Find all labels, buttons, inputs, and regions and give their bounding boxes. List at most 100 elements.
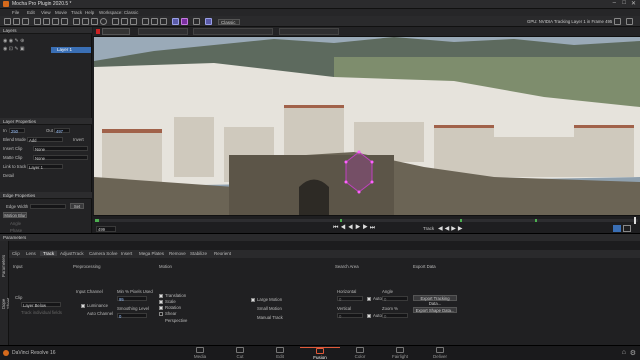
scale-checkbox[interactable] [159,300,163,304]
matte-clip-select[interactable]: None [33,155,88,161]
page-deliver[interactable]: Deliver [420,347,460,359]
surface-icon[interactable] [172,18,179,25]
tab-stabilize[interactable]: Stabilize [190,251,207,256]
rect-tool-icon[interactable] [91,18,98,25]
tab-clip[interactable]: Clip [12,251,20,256]
input-clip-select[interactable] [102,28,130,35]
page-fairlight[interactable]: Fairlight [380,347,420,359]
layer-visibility-icons[interactable]: ◉ ◉ ✎ ⊕ [3,38,24,44]
edge-width-field[interactable] [30,204,66,209]
workspace-dropdown[interactable]: Classic [218,19,240,25]
out-field[interactable]: 497 [54,128,70,134]
brush-icon[interactable] [121,18,128,25]
minimize-icon[interactable]: – [613,0,616,6]
tab-adjusttrack[interactable]: AdjustTrack [60,251,84,256]
close-icon[interactable]: ✕ [631,0,636,7]
set-button[interactable]: Set [70,203,84,209]
track-controls[interactable]: ◀◀▶▶ [438,225,464,232]
tab-insert[interactable]: Insert [121,251,132,256]
tab-remove[interactable]: Remove [169,251,186,256]
gpu-icon[interactable] [614,18,621,25]
left-panel: Layers ◉ ◉ ✎ ⊕ ◉ ⊡ ✎ ▣ Layer Properties … [0,27,92,240]
side-tab-parameters[interactable]: Parameters [1,255,6,277]
translation-checkbox[interactable] [159,294,163,298]
menu-view[interactable]: View [41,10,51,15]
select-tool-icon[interactable] [34,18,41,25]
shear-checkbox[interactable] [159,312,163,316]
layer-row-icons[interactable]: ◉ ⊡ ✎ ▣ [3,46,25,52]
luminance-radio[interactable] [81,304,85,308]
smoothing-field[interactable]: 0 [117,313,147,319]
ellipse-tool-icon[interactable] [100,18,107,25]
tab-mega-plates[interactable]: Mega Plates [139,251,164,256]
frame-field[interactable]: 499 [96,226,116,232]
export-tracking-data-button[interactable]: Export Tracking Data... [413,295,457,306]
link-icon[interactable] [112,18,119,25]
menu-workspace[interactable]: Workspace: Classic [99,10,138,15]
menu-help[interactable]: Help [85,10,94,15]
key-mode-icon[interactable] [613,225,621,232]
record-icon[interactable] [96,29,100,34]
menu-track[interactable]: Track [71,10,82,15]
track-individual-fields[interactable]: Track individual fields [21,310,62,315]
in-point-marker[interactable] [95,219,99,222]
horizontal-auto-checkbox[interactable] [367,297,371,301]
menu-edit[interactable]: Edit [27,10,35,15]
vertical-field[interactable]: 0 [337,313,363,319]
view-options[interactable] [193,28,273,35]
cross-icon[interactable] [193,18,200,25]
help-icon[interactable] [626,18,633,25]
home-icon[interactable]: ⌂ [622,349,626,356]
min-pixels-field[interactable]: 95 [117,296,147,302]
timeline-ruler[interactable] [95,217,638,224]
page-media[interactable]: Media [180,347,220,359]
auto-key-icon[interactable] [623,225,631,232]
settings-gear-icon[interactable]: ⚙ [630,349,636,357]
zoom-field[interactable]: 0 [382,313,408,319]
transform-icon[interactable] [142,18,149,25]
zoom-tool-icon[interactable] [52,18,59,25]
maximize-icon[interactable]: □ [622,0,626,6]
grid-icon[interactable] [151,18,158,25]
open-icon[interactable] [13,18,20,25]
bezier-tool-icon[interactable] [82,18,89,25]
insert-clip-select[interactable]: None [33,146,88,152]
align-icon[interactable] [205,18,212,25]
link-to-track-select[interactable]: Layer 1 [27,164,63,170]
layer-icon[interactable] [160,18,167,25]
page-cut[interactable]: Cut [220,347,260,359]
page-color[interactable]: Color [340,347,380,359]
motion-blur-button[interactable]: Motion Blur [3,212,27,218]
page-fusion[interactable]: Fusion [300,347,340,360]
zoom-controls[interactable] [279,28,339,35]
tab-lens[interactable]: Lens [26,251,36,256]
angle-field[interactable]: 0 [382,296,408,302]
page-edit[interactable]: Edit [260,347,300,359]
menu-file[interactable]: File [12,10,19,15]
in-field[interactable]: 250 [9,128,25,134]
vertical-auto-checkbox[interactable] [367,314,371,318]
save-icon[interactable] [22,18,29,25]
menu-movie[interactable]: Movie [55,10,67,15]
tab-track[interactable]: Track [40,251,58,256]
eraser-icon[interactable] [130,18,137,25]
tab-camera-solve[interactable]: Camera Solve [89,251,118,256]
export-shape-data-button[interactable]: Export Shape Data... [413,307,457,313]
playhead[interactable] [634,217,636,224]
track-icon[interactable] [181,18,188,25]
large-motion-radio[interactable] [251,298,255,302]
tab-reorient[interactable]: Reorient [214,251,231,256]
view-controls[interactable] [138,28,188,35]
blend-mode-select[interactable]: Add [27,137,63,143]
add-point-icon[interactable] [61,18,68,25]
horizontal-field[interactable]: 0 [337,296,363,302]
pan-tool-icon[interactable] [43,18,50,25]
invert-label[interactable]: Invert [73,137,84,142]
clip-select[interactable]: Layer Below [21,302,61,308]
xspline-tool-icon[interactable] [73,18,80,25]
transport-controls[interactable]: ⏮◀◀▶▶⏭ [333,225,377,232]
layer-row-layer-1[interactable]: Layer 1 [51,47,91,53]
viewer-canvas[interactable] [94,37,640,215]
new-project-icon[interactable] [4,18,11,25]
rotation-checkbox[interactable] [159,306,163,310]
